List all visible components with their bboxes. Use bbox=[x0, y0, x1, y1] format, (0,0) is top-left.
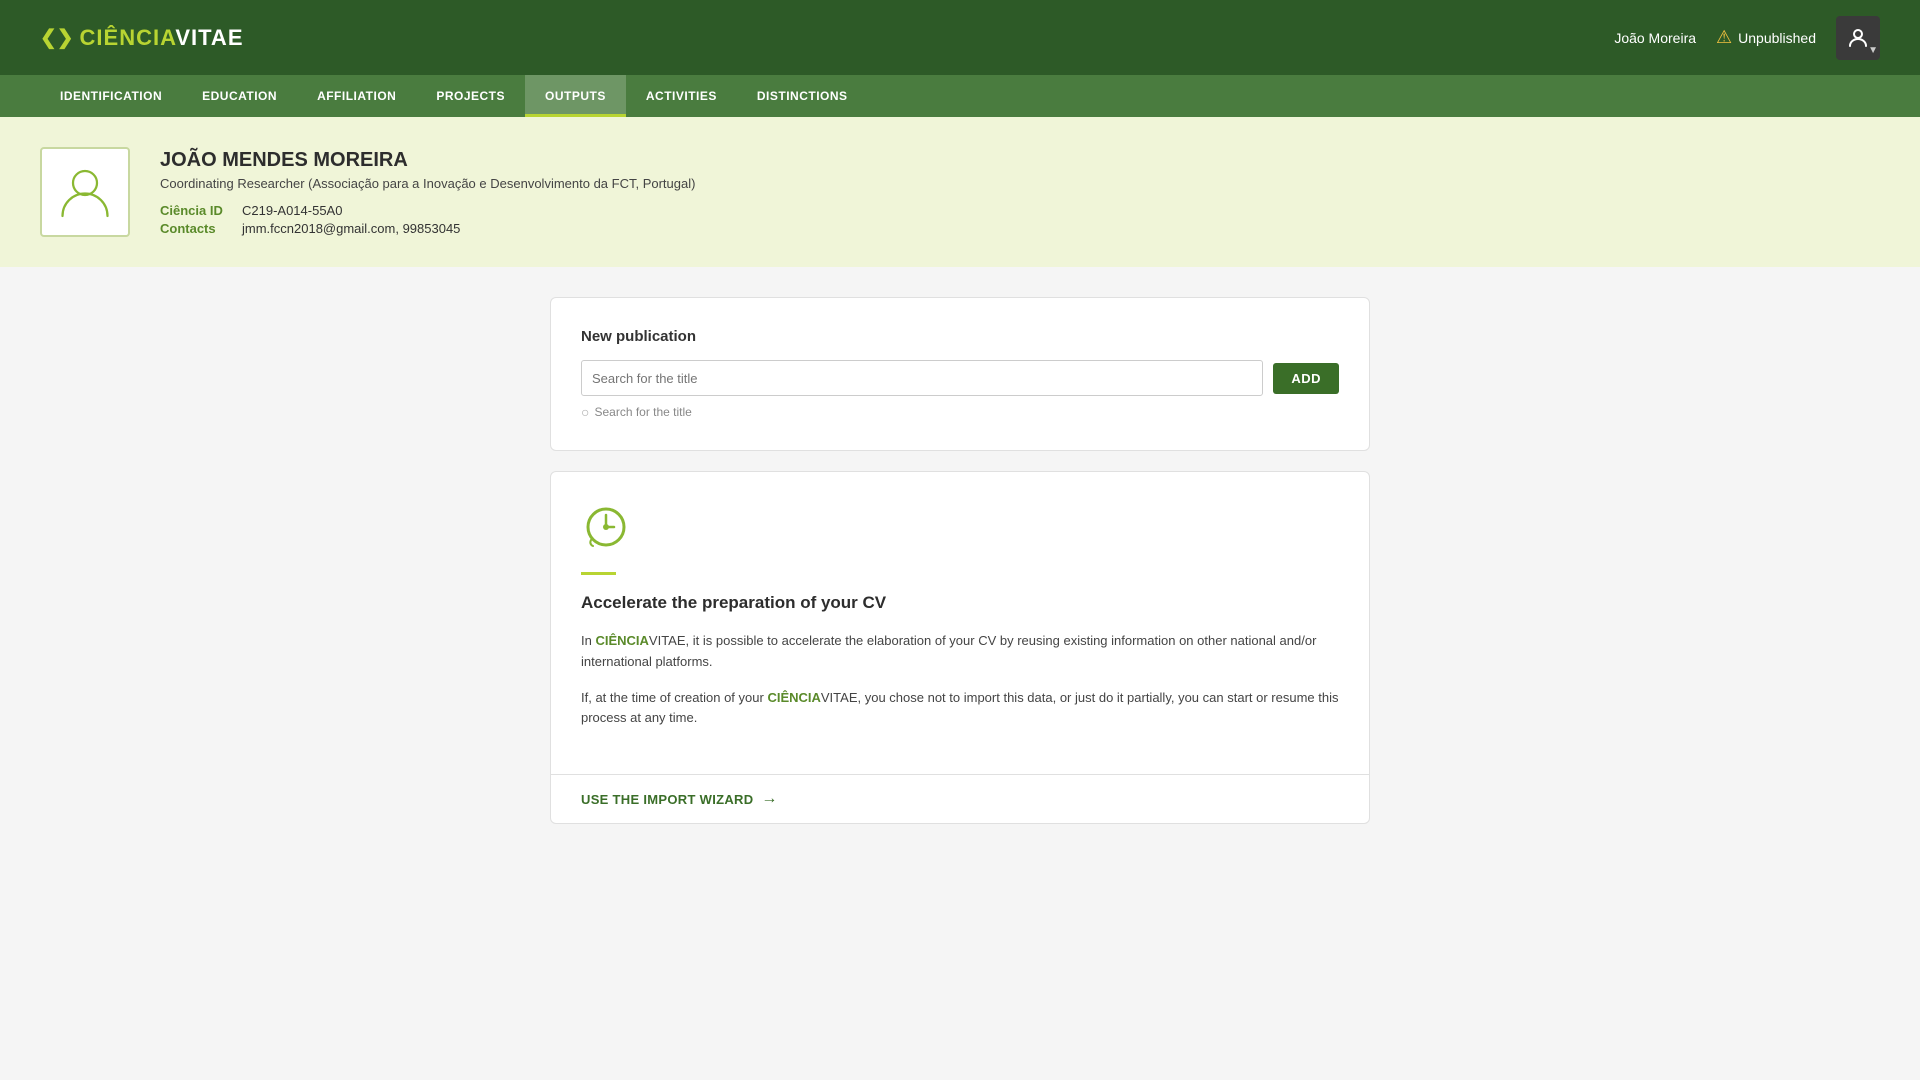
logo-ciencia: CIÊNCIAVITAE bbox=[80, 25, 244, 51]
sidebar-item-education[interactable]: EDUCATION bbox=[182, 75, 297, 117]
sidebar-item-identification[interactable]: IDENTIFICATION bbox=[40, 75, 182, 117]
import-card-body: Accelerate the preparation of your CV In… bbox=[551, 472, 1369, 774]
new-publication-title: New publication bbox=[581, 328, 1339, 345]
import-card-footer: USE THE IMPORT WIZARD → bbox=[551, 774, 1369, 823]
arrow-right-icon: → bbox=[761, 790, 777, 808]
warning-icon: ⚠ bbox=[1716, 27, 1732, 48]
search-hint-text: Search for the title bbox=[594, 405, 691, 419]
contacts-value: jmm.fccn2018@gmail.com, 99853045 bbox=[242, 221, 460, 236]
brand-ciencia-1: CIÊNCIA bbox=[595, 633, 648, 648]
user-name: João Moreira bbox=[1614, 30, 1696, 46]
contacts-label: Contacts bbox=[160, 221, 230, 236]
unpublished-badge: ⚠ Unpublished bbox=[1716, 27, 1816, 48]
profile-name: JOÃO MENDES MOREIRA bbox=[160, 149, 1880, 172]
brand-ciencia-2: CIÊNCIA bbox=[767, 690, 820, 705]
profile-info: JOÃO MENDES MOREIRA Coordinating Researc… bbox=[160, 149, 1880, 236]
avatar-button[interactable]: ▼ bbox=[1836, 16, 1880, 60]
profile-avatar bbox=[40, 147, 130, 237]
profile-title: Coordinating Researcher (Associação para… bbox=[160, 176, 1880, 191]
unpublished-label: Unpublished bbox=[1738, 30, 1816, 46]
sidebar-item-affiliation[interactable]: AFFILIATION bbox=[297, 75, 416, 117]
import-title: Accelerate the preparation of your CV bbox=[581, 593, 1339, 613]
sidebar-item-activities[interactable]: ACTIVITIES bbox=[626, 75, 737, 117]
add-publication-button[interactable]: ADD bbox=[1273, 363, 1339, 394]
ciencia-id-row: Ciência ID C219-A014-55A0 bbox=[160, 203, 1880, 218]
brand-vitae-2: VITAE bbox=[821, 690, 858, 705]
navigation: IDENTIFICATION EDUCATION AFFILIATION PRO… bbox=[0, 75, 1920, 117]
import-wizard-card: Accelerate the preparation of your CV In… bbox=[550, 471, 1370, 824]
profile-avatar-icon bbox=[55, 162, 115, 222]
new-publication-card-body: New publication ADD ○ Search for the tit… bbox=[551, 298, 1369, 450]
sidebar-item-outputs[interactable]: OUTPUTS bbox=[525, 75, 626, 117]
clock-icon bbox=[581, 502, 631, 552]
main-content: New publication ADD ○ Search for the tit… bbox=[510, 297, 1410, 824]
brand-vitae-1: VITAE bbox=[649, 633, 686, 648]
search-hint-icon: ○ bbox=[581, 404, 589, 420]
import-paragraph-1: In CIÊNCIAVITAE, it is possible to accel… bbox=[581, 631, 1339, 673]
ciencia-id-value: C219-A014-55A0 bbox=[242, 203, 342, 218]
avatar-dropdown-arrow-icon: ▼ bbox=[1868, 45, 1878, 56]
sidebar-item-distinctions[interactable]: DISTINCTIONS bbox=[737, 75, 868, 117]
clock-icon-container bbox=[581, 502, 1339, 557]
logo-arrows-icon: ❮❯ bbox=[40, 25, 74, 50]
contacts-row: Contacts jmm.fccn2018@gmail.com, 9985304… bbox=[160, 221, 1880, 236]
search-hint: ○ Search for the title bbox=[581, 404, 1339, 420]
logo: ❮❯ CIÊNCIAVITAE bbox=[40, 25, 244, 51]
profile-section: JOÃO MENDES MOREIRA Coordinating Researc… bbox=[0, 117, 1920, 267]
avatar-icon bbox=[1846, 26, 1870, 50]
import-wizard-link[interactable]: USE THE IMPORT WIZARD → bbox=[581, 790, 1339, 808]
accent-line bbox=[581, 572, 616, 575]
header: ❮❯ CIÊNCIAVITAE João Moreira ⚠ Unpublish… bbox=[0, 0, 1920, 75]
ciencia-id-label: Ciência ID bbox=[160, 203, 230, 218]
import-wizard-link-label: USE THE IMPORT WIZARD bbox=[581, 792, 753, 807]
import-paragraph-2: If, at the time of creation of your CIÊN… bbox=[581, 688, 1339, 730]
sidebar-item-projects[interactable]: PROJECTS bbox=[416, 75, 525, 117]
publication-input-row: ADD bbox=[581, 360, 1339, 396]
header-right: João Moreira ⚠ Unpublished ▼ bbox=[1614, 16, 1880, 60]
profile-details: Ciência ID C219-A014-55A0 Contacts jmm.f… bbox=[160, 203, 1880, 236]
publication-search-input[interactable] bbox=[581, 360, 1263, 396]
new-publication-card: New publication ADD ○ Search for the tit… bbox=[550, 297, 1370, 451]
